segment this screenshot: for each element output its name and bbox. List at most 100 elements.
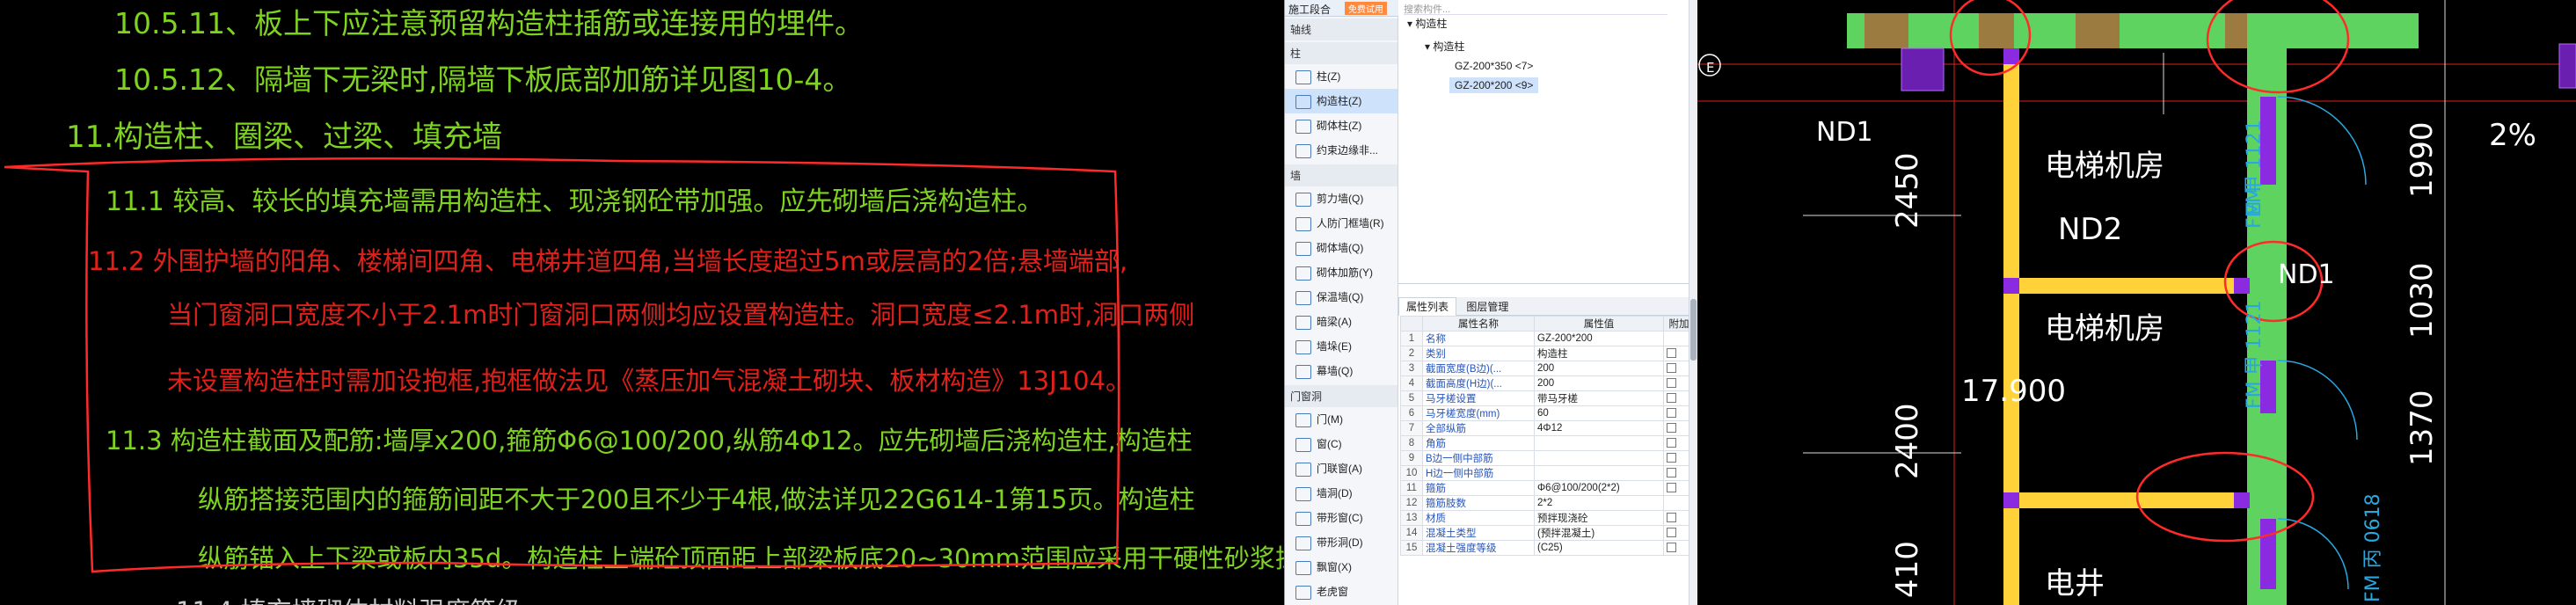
property-value[interactable]: (预拌混凝土) [1534,525,1664,541]
component-type-icon [1295,192,1311,207]
nav-group-header[interactable]: 轴线 [1285,18,1397,40]
table-row[interactable]: 11 箍筋 Φ6@100/200(2*2) [1400,480,1695,496]
property-value[interactable]: GZ-200*200 [1534,331,1664,346]
floor-plan-drawing: E ND1 电梯机房 ND2 ND1 电梯机房 17.900 电井 2% 2450 2400 410 1… [1697,0,2576,605]
row-index: 10 [1400,465,1423,481]
constructional-column [2003,278,2019,294]
nav-item[interactable]: 剪力墙(Q) [1285,186,1397,211]
property-name: 材质 [1422,510,1535,526]
nav-item[interactable]: 砌体柱(Z) [1285,113,1397,138]
property-name: 角筋 [1422,435,1535,451]
property-value[interactable] [1534,435,1664,451]
table-row[interactable]: 7 全部纵筋 4Φ12 [1400,420,1695,436]
plan-label-p-d410: 410 [1890,541,1925,598]
nav-item[interactable]: 人防门框墙(R) [1285,211,1397,236]
wall-opening [1864,13,1908,48]
extra-checkbox[interactable] [1667,348,1676,359]
table-row[interactable]: 3 截面宽度(B边)(... 200 [1400,361,1695,376]
property-value[interactable]: (C25) [1534,540,1664,556]
extra-checkbox[interactable] [1667,528,1676,538]
nav-item[interactable]: 飘窗(X) [1285,555,1397,579]
nav-item[interactable]: 门(M) [1285,407,1397,432]
component-type-icon [1295,511,1311,526]
nav-item[interactable]: 门联窗(A) [1285,456,1397,481]
nav-group-header[interactable]: 柱 [1285,42,1397,64]
property-value[interactable]: 2*2 [1534,495,1664,511]
extra-checkbox[interactable] [1667,393,1676,404]
nav-group-header[interactable]: 门窗洞 [1285,385,1397,407]
table-row[interactable]: 15 混凝土强度等级 (C25) [1400,540,1695,556]
tab-property-list[interactable]: 属性列表 [1398,297,1457,316]
tree-root-node[interactable]: ▾ 构造柱 [1407,16,1447,31]
table-row[interactable]: 8 角筋 [1400,435,1695,451]
component-type-icon [1295,290,1311,305]
expand-arrow-icon[interactable]: ▾ [1407,18,1415,30]
table-row[interactable]: 13 材质 预拌现浇砼 [1400,510,1695,526]
extra-checkbox[interactable] [1667,453,1676,463]
nav-item[interactable]: 带形洞(D) [1285,530,1397,555]
tree-item-gz-200x200[interactable]: GZ-200*200 <9> [1449,77,1539,93]
extra-checkbox[interactable] [1667,363,1676,374]
extra-checkbox[interactable] [1667,423,1676,434]
table-row[interactable]: 4 截面高度(H边)(... 200 [1400,375,1695,391]
nav-item-label: 剪力墙(Q) [1317,193,1364,205]
nav-item[interactable]: 墙垛(E) [1285,334,1397,359]
extra-checkbox[interactable] [1667,438,1676,448]
nav-item[interactable]: 窗(C) [1285,432,1397,456]
properties-panel: 属性列表 图层管理 属性名称 属性值 附加 1 名称 GZ-200*200 2 类别 构造… [1398,297,1695,605]
extra-checkbox[interactable] [1667,483,1676,493]
expand-arrow-icon[interactable]: ▾ [1425,40,1433,53]
constructional-column [2234,492,2250,508]
nav-item[interactable]: 带形窗(C) [1285,506,1397,530]
nav-item[interactable]: 墙洞(D) [1285,481,1397,506]
tab-layer-manager[interactable]: 图层管理 [1459,298,1515,316]
table-row[interactable]: 9 B边一侧中部筋 [1400,450,1695,466]
extra-checkbox[interactable] [1667,543,1676,553]
row-index: 14 [1400,525,1423,541]
nav-item[interactable]: 砌体墙(Q) [1285,236,1397,260]
property-value[interactable]: 200 [1534,375,1664,391]
table-row[interactable]: 1 名称 GZ-200*200 [1400,331,1695,346]
nav-item-label: 飘窗(X) [1317,561,1352,573]
nav-item[interactable]: 幕墙(Q) [1285,359,1397,383]
nav-item[interactable]: 老虎窗 [1285,579,1397,604]
scrollbar-thumb[interactable] [1690,299,1697,361]
nav-item-label: 约束边缘非... [1317,144,1379,157]
table-row[interactable]: 12 箍筋肢数 2*2 [1400,495,1695,511]
nav-group-header[interactable]: 墙 [1285,164,1397,186]
nav-item[interactable]: 约束边缘非... [1285,138,1397,163]
nav-item[interactable]: 柱(Z) [1285,64,1397,89]
tree-child-node[interactable]: ▾ 构造柱 [1425,39,1464,54]
table-row[interactable]: 6 马牙槎宽度(mm) 60 [1400,405,1695,421]
plan-label-p-em: EM [2244,186,2266,215]
property-value[interactable]: 60 [1534,405,1664,421]
property-name: 名称 [1422,331,1535,346]
nav-item[interactable]: 暗梁(A) [1285,310,1397,334]
property-value[interactable]: 带马牙槎 [1534,390,1664,406]
nav-item[interactable]: 砌体加筋(Y) [1285,260,1397,285]
property-value[interactable]: 200 [1534,361,1664,376]
property-value[interactable]: 4Φ12 [1534,420,1664,436]
component-type-icon [1295,437,1311,452]
table-row[interactable]: 10 H边一侧中部筋 [1400,465,1695,481]
nav-item[interactable]: 保温墙(Q) [1285,285,1397,310]
table-header-value: 属性值 [1534,316,1664,332]
extra-checkbox[interactable] [1667,513,1676,523]
property-value[interactable]: 构造柱 [1534,346,1664,361]
property-name: 截面宽度(B边)(... [1422,361,1535,376]
extra-checkbox[interactable] [1667,378,1676,389]
red-markup-outline [4,157,1120,573]
extra-checkbox[interactable] [1667,468,1676,478]
table-row[interactable]: 2 类别 构造柱 [1400,346,1695,361]
property-value[interactable] [1534,450,1664,466]
construction-section-label[interactable]: 施工段合 [1288,2,1331,17]
table-row[interactable]: 5 马牙槎设置 带马牙槎 [1400,390,1695,406]
nav-item[interactable]: 构造柱(Z) [1285,89,1397,113]
tree-item-gz-200x350[interactable]: GZ-200*350 <7> [1455,60,1533,72]
property-value[interactable]: Φ6@100/200(2*2) [1534,480,1664,496]
table-row[interactable]: 14 混凝土类型 (预拌混凝土) [1400,525,1695,541]
extra-checkbox[interactable] [1667,408,1676,419]
property-value[interactable] [1534,465,1664,481]
property-value[interactable]: 预拌现浇砼 [1534,510,1664,526]
component-search-input[interactable]: 搜索构件... [1404,2,1667,15]
